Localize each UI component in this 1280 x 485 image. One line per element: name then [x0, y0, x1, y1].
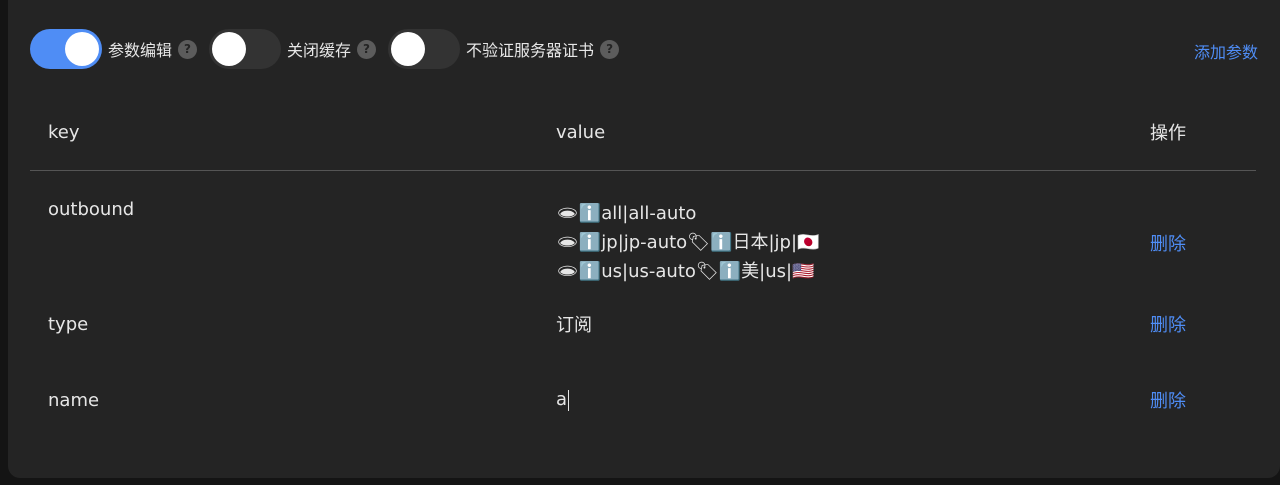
switch-knob	[212, 32, 247, 66]
table-row: outbound 🕳ℹ️all|all-auto 🕳ℹ️jp|jp-auto🏷ℹ…	[30, 171, 1256, 287]
text-caret	[568, 389, 570, 411]
toolbar: 参数编辑 ? 关闭缓存 ? 不验证服务器证书 ? 添加参数	[30, 29, 1258, 69]
row-key: type	[48, 313, 89, 335]
row-value: a	[556, 389, 568, 411]
params-table: key value 操作 outbound 🕳ℹ️all|all-auto 🕳ℹ…	[30, 94, 1256, 438]
help-icon[interactable]: ?	[178, 39, 198, 59]
delete-button[interactable]: 删除	[1150, 315, 1186, 336]
row-key: name	[48, 389, 100, 411]
table-row: name a 删除	[30, 362, 1256, 438]
value-line: 🕳ℹ️all|all-auto	[556, 203, 697, 224]
table-header-row: key value 操作	[30, 94, 1256, 171]
switch-group-param-edit: 参数编辑 ?	[30, 29, 198, 69]
row-value[interactable]: 🕳ℹ️all|all-auto 🕳ℹ️jp|jp-auto🏷ℹ️日本|jp|🇯🇵…	[538, 171, 1132, 287]
row-key: outbound	[48, 199, 135, 220]
param-edit-switch[interactable]	[30, 29, 102, 69]
help-icon[interactable]: ?	[357, 39, 377, 59]
row-action-cell: 删除	[1132, 362, 1256, 438]
row-action-cell: 删除	[1132, 171, 1256, 287]
header-key: key	[30, 94, 538, 171]
disable-cache-label: 关闭缓存	[287, 41, 352, 60]
row-value-cell[interactable]: a	[538, 362, 1132, 438]
value-line: 🕳ℹ️us|us-auto🏷ℹ️美|us|🇺🇸	[556, 261, 815, 282]
param-edit-label: 参数编辑	[108, 41, 173, 60]
delete-button[interactable]: 删除	[1150, 234, 1186, 255]
add-param-link[interactable]: 添加参数	[1194, 39, 1258, 63]
disable-cache-switch[interactable]	[209, 29, 282, 69]
header-value: value	[538, 94, 1132, 171]
header-action: 操作	[1132, 94, 1256, 171]
row-action-cell: 删除	[1132, 286, 1256, 362]
row-value[interactable]: 订阅	[538, 286, 1132, 362]
help-icon[interactable]: ?	[600, 39, 620, 59]
value-line: 🕳ℹ️jp|jp-auto🏷ℹ️日本|jp|🇯🇵	[556, 232, 820, 253]
table-row: type 订阅 删除	[30, 286, 1256, 362]
switch-group-disable-cache: 关闭缓存 ?	[209, 29, 377, 69]
delete-button[interactable]: 删除	[1150, 391, 1186, 412]
params-panel: 参数编辑 ? 关闭缓存 ? 不验证服务器证书 ? 添加参数 key value …	[8, 0, 1280, 478]
skip-cert-verify-label: 不验证服务器证书	[466, 41, 595, 60]
skip-cert-verify-switch[interactable]	[388, 29, 461, 69]
switch-knob	[391, 32, 426, 66]
switch-group-skip-cert-verify: 不验证服务器证书 ?	[388, 29, 620, 69]
switch-knob	[65, 32, 99, 66]
